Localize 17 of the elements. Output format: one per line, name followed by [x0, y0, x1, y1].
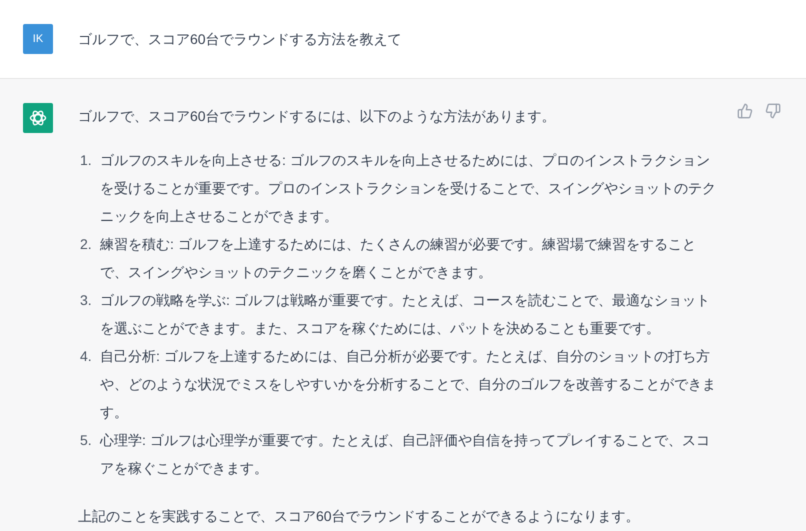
user-message: ゴルフで、スコア60台でラウンドする方法を教えて [78, 30, 402, 49]
list-number: 2. [80, 235, 93, 254]
user-avatar: IK [23, 24, 53, 54]
thumbs-up-icon[interactable] [737, 103, 753, 119]
assistant-intro: ゴルフで、スコア60台でラウンドするには、以下のような方法があります。 [78, 107, 557, 126]
list-number: 4. [80, 347, 93, 366]
thumbs-down-icon[interactable] [765, 103, 781, 119]
assistant-conclusion: 上記のことを実践することで、スコア60台でラウンドすることができるようになります。 [78, 507, 641, 526]
list-item-text: ゴルフの戦略を学ぶ: ゴルフは戦略が重要です。たとえば、コースを読むことで、最適なショットを選ぶことができます。また、スコアを稼ぐためには、パットを決めることも重要です。 [100, 291, 711, 338]
list-number: 5. [80, 431, 93, 450]
list-number: 1. [80, 151, 93, 170]
list-item-text: 練習を積む: ゴルフを上達するためには、たくさんの練習が必要です。練習場で練習をすることで、スイングやショットのテクニックを磨くことができます。 [100, 235, 697, 282]
list-item-text: ゴルフのスキルを向上させる: ゴルフのスキルを向上させるためには、プロのインストラクションを受けることが重要です。プロのインストラクションを受けることで、スイングやショットのテクニックを向上させることができます。 [100, 151, 717, 226]
list-item-text: 自己分析: ゴルフを上達するためには、自己分析が必要です。たとえば、自分のショットの打ち方や、どのような状況でミスをしやすいかを分析することで、自分のゴルフを改善することができます。 [100, 347, 717, 422]
list-item-text: 心理学: ゴルフは心理学が重要です。たとえば、自己評価や自信を持ってプレイすることで、スコアを稼ぐことができます。 [100, 431, 711, 478]
list-number: 3. [80, 291, 93, 310]
logo-icon [28, 108, 48, 128]
